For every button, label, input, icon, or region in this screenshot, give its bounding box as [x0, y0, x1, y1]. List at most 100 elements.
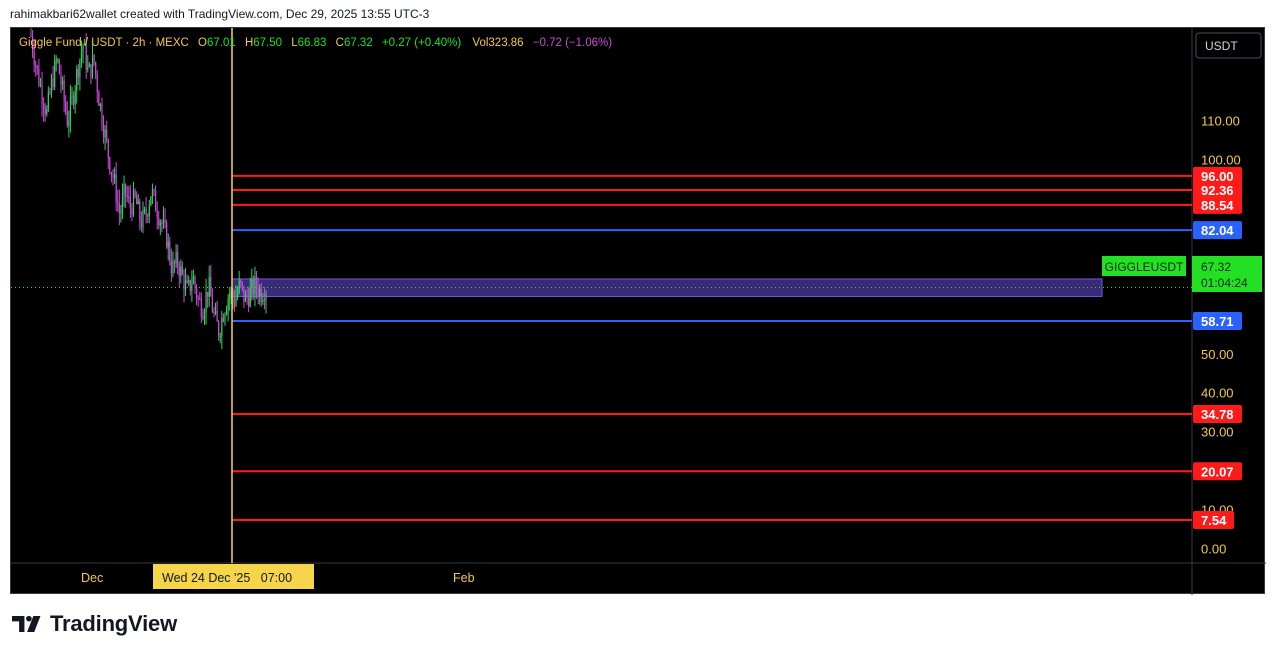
candle-body: [95, 62, 97, 75]
candle-body: [39, 84, 42, 86]
level-label: 20.07: [1201, 464, 1234, 479]
level-label: 88.54: [1201, 198, 1234, 213]
candle-body: [76, 68, 78, 91]
candle-body: [151, 189, 154, 197]
chart-panel[interactable]: 110.00100.0070.0050.0040.0030.0010.000.0…: [10, 27, 1266, 595]
candle-body: [216, 310, 218, 322]
candle-body: [197, 298, 199, 300]
candle-body: [104, 129, 106, 138]
candle-body: [191, 283, 193, 291]
candle-body: [219, 336, 221, 338]
candle-body: [58, 59, 60, 74]
candle-body: [140, 221, 143, 228]
legend-high-label: H: [245, 37, 253, 49]
candle-body: [36, 66, 38, 69]
candle-body: [213, 312, 215, 314]
candle-body: [265, 293, 267, 301]
candle-body: [210, 277, 212, 297]
tradingview-logo-icon: [12, 615, 41, 632]
candle-body: [229, 293, 231, 299]
candle-body: [41, 84, 43, 104]
candle-body: [161, 222, 163, 224]
candle-body: [246, 294, 248, 298]
candle-body: [189, 280, 191, 291]
candle-body: [243, 286, 245, 302]
candle-body: [147, 215, 149, 217]
candle-body: [50, 78, 53, 94]
candle-body: [54, 61, 56, 87]
tradingview-logo[interactable]: TradingView: [12, 611, 177, 637]
candle-body: [254, 276, 256, 295]
candle-body: [68, 120, 70, 126]
candle-body: [142, 209, 144, 228]
candle-body: [199, 298, 201, 300]
legend-volume-change: −0.72 (−1.06%): [533, 37, 612, 49]
candle-body: [107, 139, 109, 158]
legend-low-value: 66.83: [298, 37, 327, 49]
candle-body: [71, 95, 73, 98]
candle-body: [137, 201, 139, 205]
candle-body: [46, 108, 48, 115]
candle-body: [241, 282, 243, 287]
candle-body: [150, 196, 152, 206]
candle-body: [143, 209, 146, 211]
y-tick-label: 110.00: [1201, 113, 1240, 128]
candle-body: [166, 222, 168, 248]
candle-body: [227, 298, 229, 311]
candle-body: [169, 241, 171, 262]
price-tag-symbol: GIGGLEUSDT: [1105, 260, 1184, 274]
candle-body: [153, 189, 155, 191]
candle-body: [63, 80, 65, 102]
candle-body: [183, 274, 185, 290]
candle-body: [55, 60, 57, 62]
y-tick-label: 50.00: [1201, 347, 1234, 362]
price-chart[interactable]: 110.00100.0070.0050.0040.0030.0010.000.0…: [11, 28, 1266, 595]
candle-body: [109, 157, 111, 173]
candle-body: [260, 288, 262, 302]
y-tick-label: 0.00: [1201, 541, 1226, 556]
candle-body: [139, 201, 141, 222]
symbol-legend[interactable]: Giggle Fund / USDT · 2h · MEXC O67.01 H6…: [19, 37, 612, 49]
y-tick-label: 100.00: [1201, 152, 1241, 167]
y-tick-label: 30.00: [1201, 425, 1234, 440]
candle-body: [79, 59, 81, 78]
candle-body: [57, 59, 59, 61]
price-tag-countdown: 01:04:24: [1201, 276, 1248, 290]
candle-body: [129, 196, 131, 209]
candle-body: [33, 51, 35, 65]
candle-body: [177, 252, 179, 267]
level-label: 82.04: [1201, 223, 1234, 238]
candle-body: [69, 97, 72, 121]
candle-body: [237, 291, 239, 298]
candle-body: [93, 54, 95, 63]
candle-body: [132, 190, 135, 215]
candle-body: [52, 78, 54, 87]
candle-body: [117, 202, 119, 204]
candle-body: [65, 101, 67, 112]
legend-change: +0.27 (+0.40%): [382, 37, 461, 49]
candle-body: [49, 92, 51, 94]
candle-body: [208, 277, 210, 297]
currency-button[interactable]: USDT: [1195, 32, 1262, 59]
candle-body: [238, 280, 240, 292]
candle-body: [167, 241, 169, 248]
candle-body: [205, 291, 207, 313]
candle-body: [131, 208, 133, 215]
candle-body: [118, 202, 120, 214]
candle-body: [249, 288, 251, 307]
current-price-tag: GIGGLEUSDT 67.32 01:04:24: [1102, 256, 1262, 292]
candle-body: [240, 280, 242, 283]
candle-body: [35, 64, 37, 67]
candle-body: [173, 261, 176, 264]
candle-body: [262, 300, 264, 302]
candle-body: [99, 104, 101, 106]
x-tick-feb: Feb: [453, 571, 475, 585]
candle-body: [218, 321, 220, 337]
candle-body: [255, 276, 258, 289]
candle-body: [225, 310, 228, 315]
candle-body: [77, 68, 79, 78]
candle-body: [60, 73, 62, 85]
time-axis[interactable]: Dec Feb Wed 24 Dec '25 07:00: [81, 564, 475, 589]
candle-body: [172, 261, 174, 274]
candle-body: [96, 74, 98, 93]
